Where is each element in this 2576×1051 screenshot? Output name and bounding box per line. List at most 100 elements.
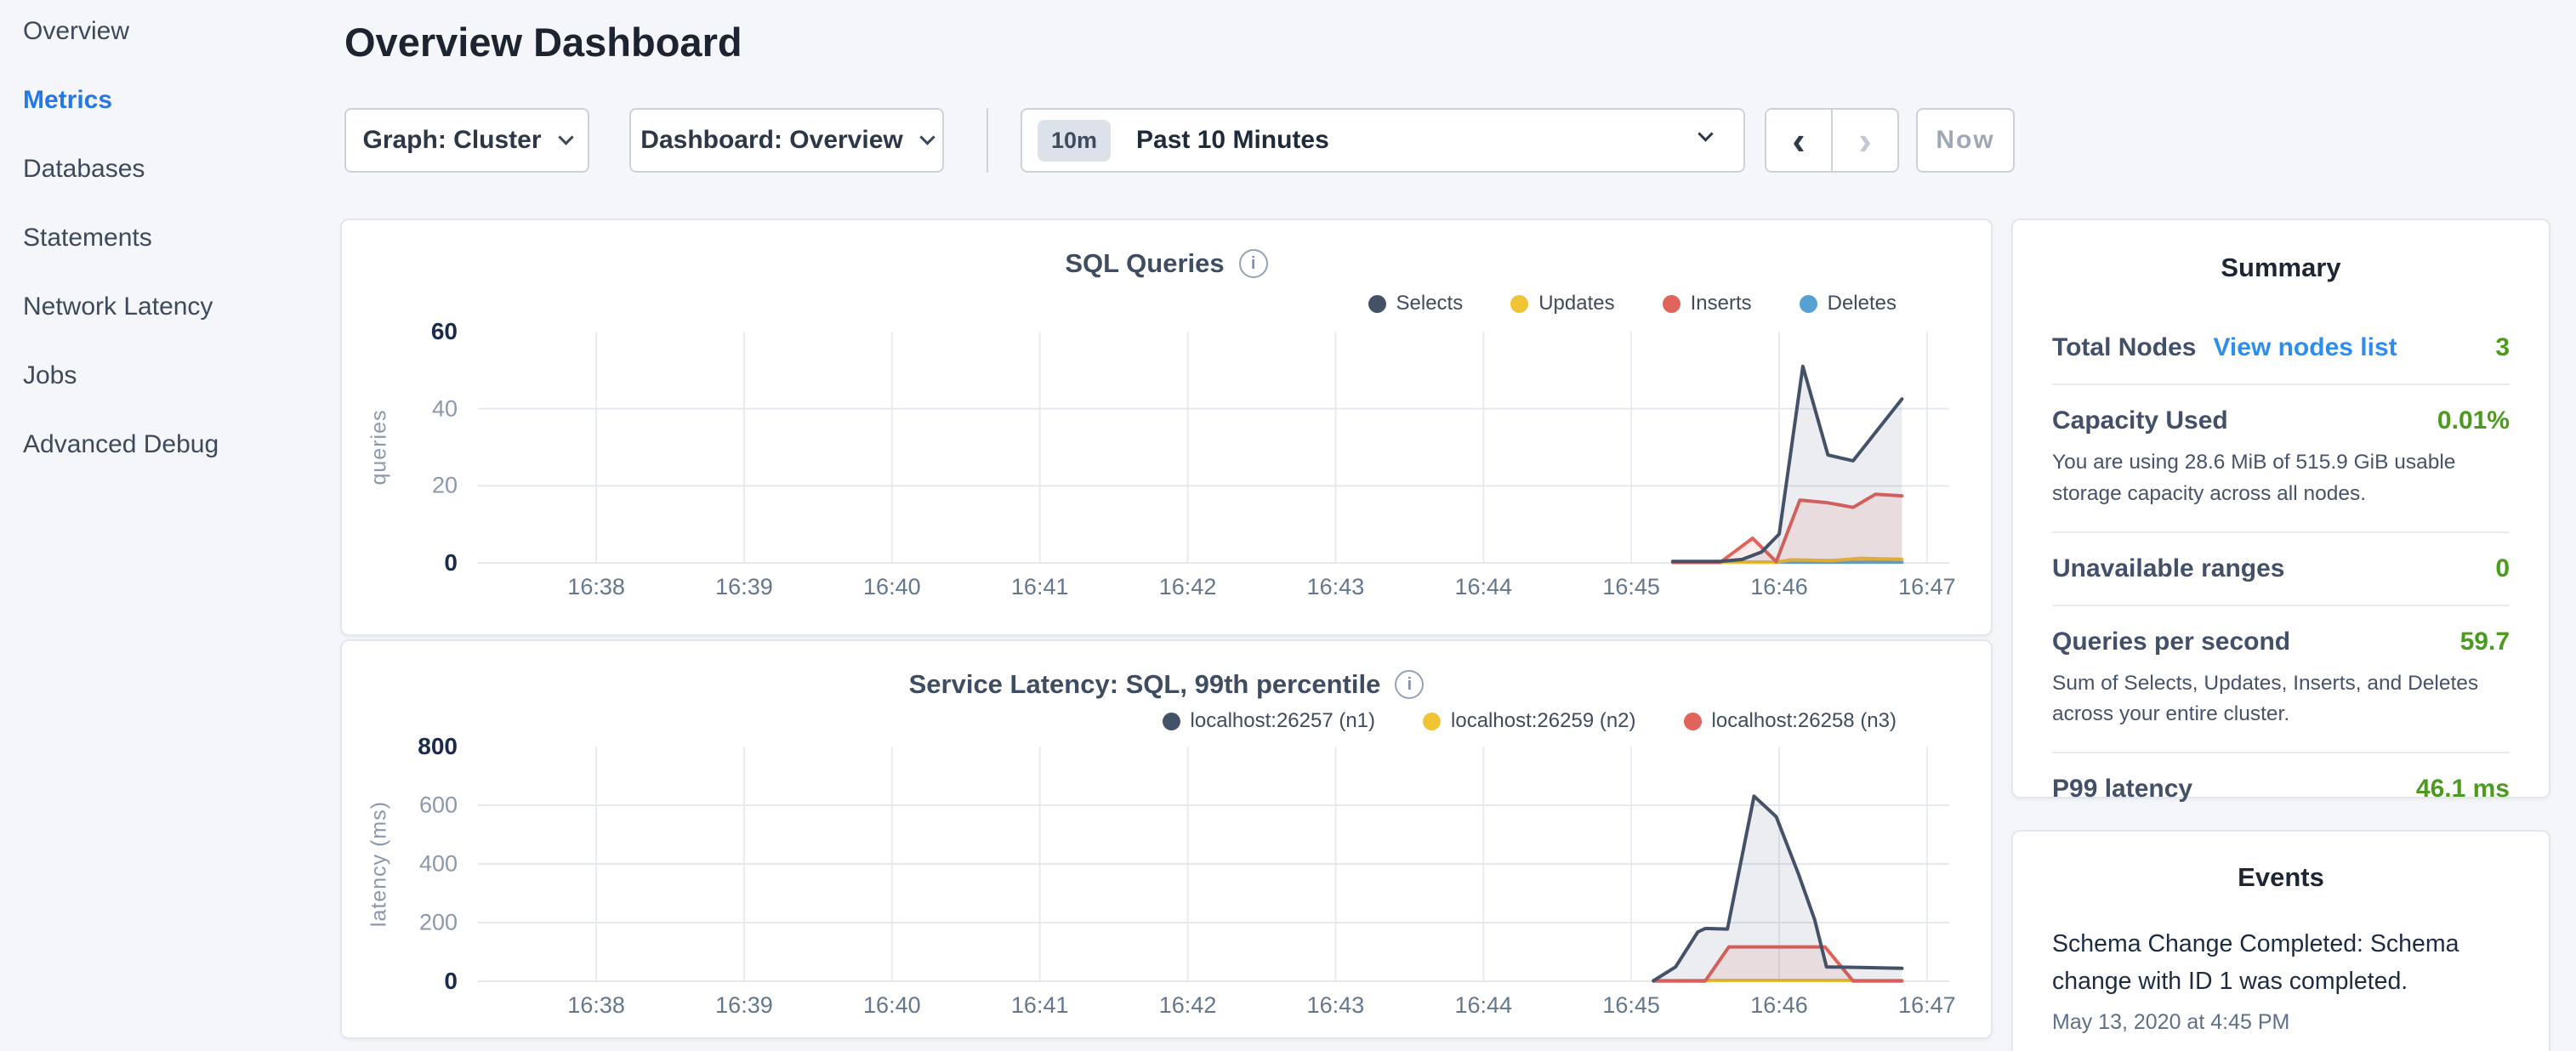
dashboard-dropdown[interactable]: Dashboard: Overview — [629, 108, 944, 173]
x-axis-tick: 16:44 — [1455, 992, 1513, 1019]
summary-description: Sum of Selects, Updates, Inserts, and De… — [2052, 668, 2510, 731]
sidebar-item-jobs[interactable]: Jobs — [23, 361, 312, 390]
now-button[interactable]: Now — [1916, 108, 2015, 173]
legend-dot-icon — [1163, 713, 1180, 730]
x-axis-tick: 16:46 — [1750, 992, 1808, 1019]
y-axis-tick: 40 — [432, 395, 458, 422]
chart-plot[interactable]: queries 16:3816:3916:4016:4116:4216:4316… — [478, 332, 1949, 563]
legend-dot-icon — [1800, 295, 1817, 313]
legend-dot-icon — [1663, 295, 1680, 313]
y-axis-tick: 0 — [444, 549, 458, 577]
legend-label: Deletes — [1828, 292, 1896, 315]
summary-label: Queries per second — [2052, 628, 2290, 656]
y-axis-unit: latency (ms) — [367, 801, 392, 927]
summary-label: Capacity Used — [2052, 406, 2228, 435]
legend-item[interactable]: Selects — [1368, 292, 1464, 315]
info-icon[interactable]: i — [1239, 249, 1268, 278]
y-axis-tick: 20 — [432, 473, 458, 499]
legend-item[interactable]: Inserts — [1663, 292, 1752, 315]
event-item[interactable]: Schema Change Completed: Schema change w… — [2052, 925, 2510, 1035]
x-axis-tick: 16:44 — [1455, 574, 1513, 600]
x-axis-tick: 16:38 — [567, 574, 625, 600]
legend-item[interactable]: localhost:26259 (n2) — [1423, 709, 1635, 733]
x-axis-tick: 16:43 — [1307, 992, 1365, 1019]
legend-label: Inserts — [1691, 292, 1752, 315]
legend-label: localhost:26259 (n2) — [1451, 709, 1635, 733]
chart-canvas[interactable] — [478, 332, 1949, 563]
chart-plot[interactable]: latency (ms) 16:3816:3916:4016:4116:4216… — [478, 747, 1949, 981]
prev-time-button[interactable]: ‹ — [1766, 110, 1831, 171]
event-timestamp: May 13, 2020 at 4:45 PM — [2052, 1010, 2510, 1035]
legend-label: localhost:26258 (n3) — [1712, 709, 1896, 733]
y-axis-tick: 800 — [418, 733, 458, 760]
info-icon[interactable]: i — [1395, 670, 1424, 699]
legend-item[interactable]: localhost:26258 (n3) — [1684, 709, 1896, 733]
time-pager: ‹ › — [1765, 108, 1899, 173]
x-axis-tick: 16:45 — [1602, 992, 1660, 1019]
time-range-dropdown[interactable]: 10m Past 10 Minutes — [1021, 108, 1745, 173]
summary-panel: Summary Total Nodes View nodes list 3 Ca… — [2011, 219, 2550, 798]
chevron-down-icon — [919, 129, 935, 145]
page-title: Overview Dashboard — [344, 19, 742, 65]
summary-label: P99 latency — [2052, 775, 2192, 804]
sidebar-item-network-latency[interactable]: Network Latency — [23, 293, 312, 321]
sql-queries-chart-card: SQL Queries i SelectsUpdatesInsertsDelet… — [340, 219, 1993, 636]
summary-value: 3 — [2495, 333, 2510, 362]
sidebar: Overview Metrics Databases Statements Networ… — [23, 17, 312, 499]
chart-legend: localhost:26257 (n1) localhost:26259 (n2)… — [1163, 709, 1896, 733]
x-axis-tick: 16:39 — [715, 992, 773, 1019]
y-axis-tick: 0 — [444, 968, 458, 995]
summary-row-queries-per-second: Queries per second 59.7 Sum of Selects, … — [2052, 606, 2510, 753]
sidebar-item-databases[interactable]: Databases — [23, 155, 312, 184]
summary-row-total-nodes: Total Nodes View nodes list 3 — [2052, 312, 2510, 383]
events-panel: Events Schema Change Completed: Schema c… — [2011, 830, 2550, 1051]
legend-item[interactable]: Deletes — [1800, 292, 1896, 315]
x-axis-tick: 16:47 — [1898, 574, 1956, 600]
x-axis-tick: 16:47 — [1898, 992, 1956, 1019]
summary-row-capacity-used: Capacity Used 0.01% You are using 28.6 M… — [2052, 385, 2510, 531]
time-range-badge: 10m — [1038, 120, 1111, 162]
summary-description: You are using 28.6 MiB of 515.9 GiB usab… — [2052, 447, 2510, 510]
chevron-down-icon — [1697, 126, 1713, 141]
legend-item[interactable]: localhost:26257 (n1) — [1163, 709, 1375, 733]
x-axis-tick: 16:42 — [1159, 574, 1217, 600]
toolbar-divider — [987, 108, 988, 173]
y-axis-tick: 400 — [419, 851, 458, 878]
legend-dot-icon — [1423, 713, 1441, 730]
chevron-down-icon — [558, 129, 573, 145]
y-axis-tick: 600 — [419, 793, 458, 819]
sidebar-item-statements[interactable]: Statements — [23, 224, 312, 253]
summary-value: 0 — [2495, 554, 2510, 583]
graph-dropdown-label: Graph: Cluster — [362, 126, 541, 155]
next-time-button[interactable]: › — [1831, 110, 1897, 171]
x-axis-tick: 16:43 — [1307, 574, 1365, 600]
chart-legend: Selects Updates Inserts Deletes — [1368, 292, 1897, 315]
x-axis-tick: 16:38 — [567, 992, 625, 1019]
chart-title: Service Latency: SQL, 99th percentile — [909, 669, 1381, 700]
events-title: Events — [2052, 862, 2510, 893]
x-axis-tick: 16:41 — [1011, 992, 1069, 1019]
legend-label: localhost:26257 (n1) — [1191, 709, 1375, 733]
summary-title: Summary — [2052, 253, 2510, 283]
x-axis-tick: 16:41 — [1011, 574, 1069, 600]
summary-value: 59.7 — [2460, 628, 2510, 656]
service-latency-chart-card: Service Latency: SQL, 99th percentile i … — [340, 639, 1993, 1039]
chart-canvas[interactable] — [478, 747, 1949, 981]
legend-label: Selects — [1396, 292, 1464, 315]
sidebar-item-metrics[interactable]: Metrics — [23, 86, 312, 115]
summary-row-p99-latency: P99 latency 46.1 ms — [2052, 753, 2510, 825]
x-axis-tick: 16:40 — [863, 574, 921, 600]
summary-row-unavailable-ranges: Unavailable ranges 0 — [2052, 533, 2510, 605]
sidebar-item-advanced-debug[interactable]: Advanced Debug — [23, 430, 312, 459]
x-axis-tick: 16:42 — [1159, 992, 1217, 1019]
legend-item[interactable]: Updates — [1510, 292, 1614, 315]
sidebar-item-overview[interactable]: Overview — [23, 17, 312, 46]
summary-value: 0.01% — [2437, 406, 2510, 435]
app: Overview Metrics Databases Statements Networ… — [0, 0, 2576, 1051]
y-axis-unit: queries — [367, 410, 392, 486]
view-nodes-link[interactable]: View nodes list — [2213, 333, 2397, 362]
summary-label: Unavailable ranges — [2052, 554, 2284, 583]
summary-label: Total Nodes — [2052, 333, 2196, 362]
graph-dropdown[interactable]: Graph: Cluster — [344, 108, 589, 173]
legend-label: Updates — [1538, 292, 1614, 315]
